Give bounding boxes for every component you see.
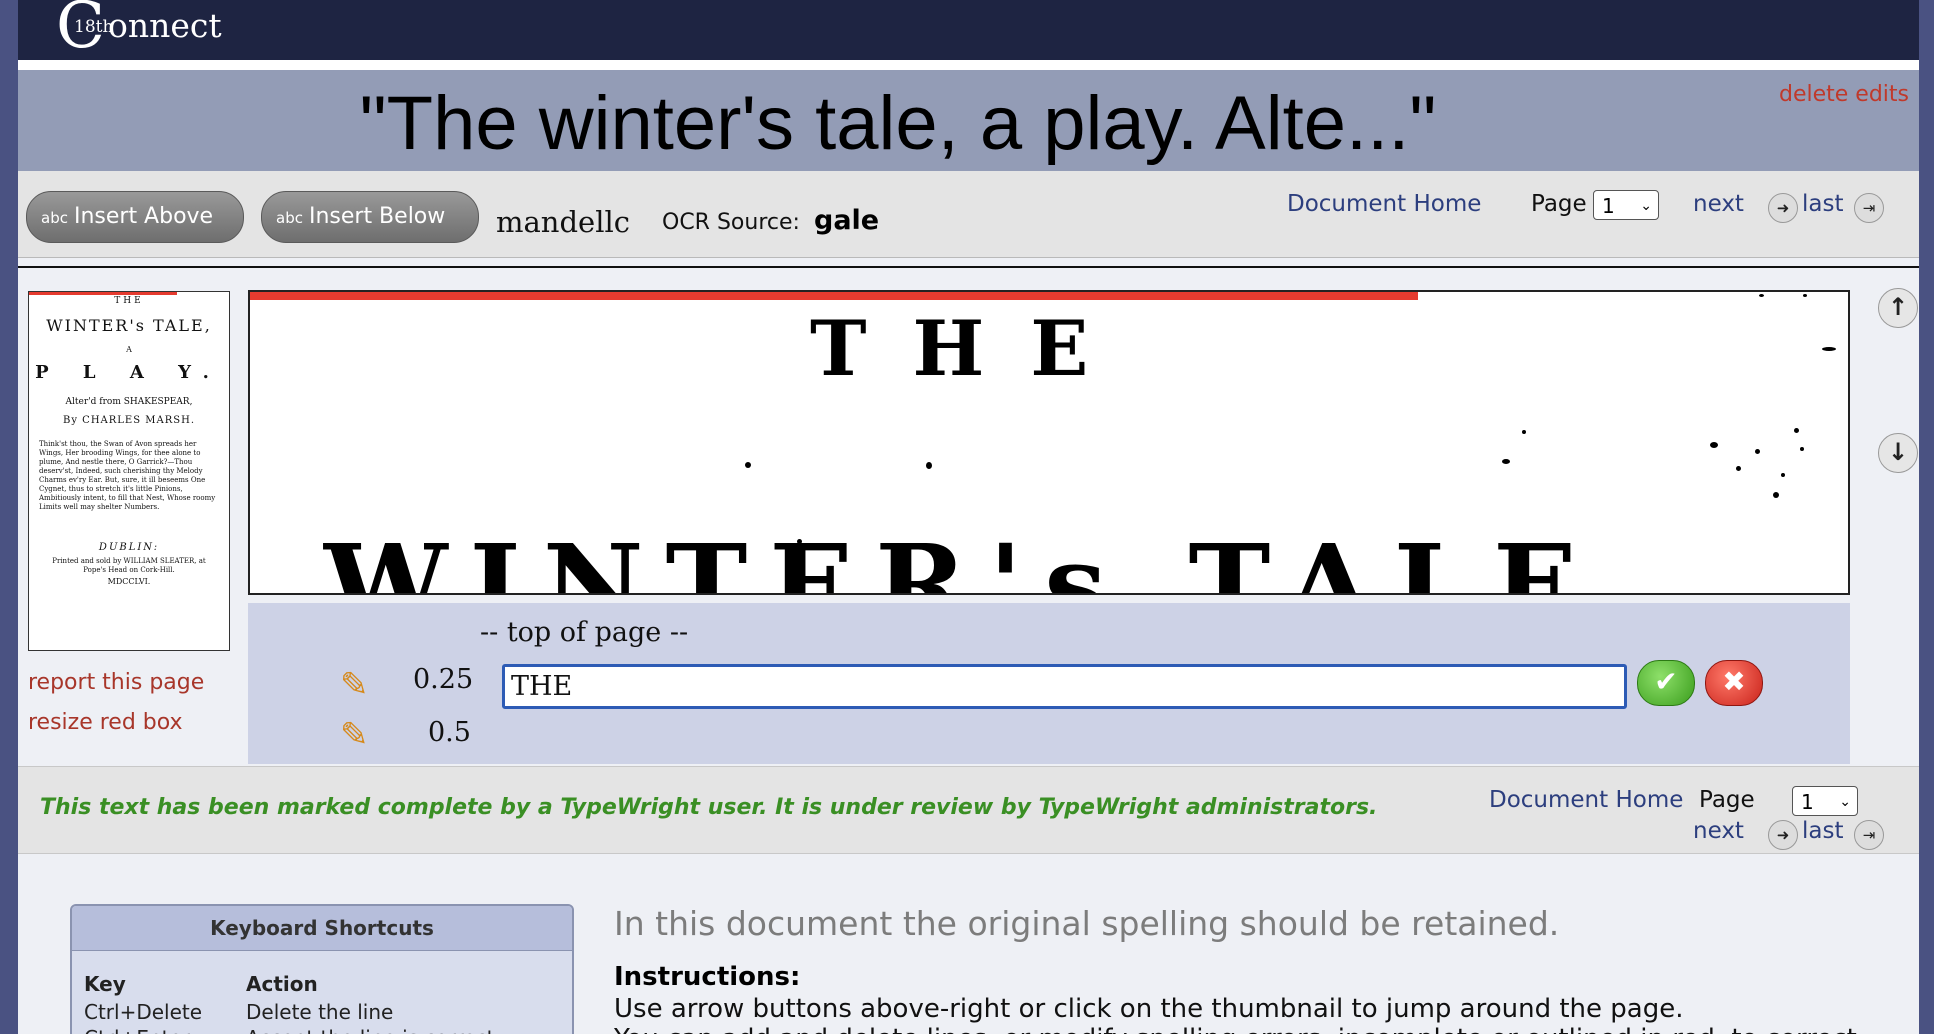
scan-text-top: THE bbox=[810, 304, 1135, 393]
ocr-source-value: gale bbox=[814, 205, 880, 236]
report-page-link[interactable]: report this page bbox=[28, 670, 204, 695]
scan-speck bbox=[1781, 473, 1785, 477]
thumbnail-line: A bbox=[126, 345, 132, 354]
chevron-down-icon: ⌄ bbox=[1640, 198, 1652, 214]
page: C 18th onnect "The winter's tale, a play… bbox=[18, 0, 1919, 1034]
shortcut-col-key: Key bbox=[84, 972, 126, 996]
next-link[interactable]: next bbox=[1693, 818, 1744, 844]
username: mandellc bbox=[496, 205, 630, 239]
line-number: 0.5 bbox=[428, 717, 471, 748]
divider bbox=[18, 266, 1919, 268]
pencil-icon[interactable]: ✎ bbox=[340, 665, 369, 705]
thumbnail-line: Alter'd from SHAKESPEAR, bbox=[65, 397, 193, 407]
top-of-page-marker: -- top of page -- bbox=[480, 617, 689, 648]
thumbnail-line: Printed and sold by WILLIAM SLEATER, at … bbox=[52, 557, 206, 574]
shortcut-key: Ctrl+Enter bbox=[84, 1026, 190, 1034]
instructions-heading: Instructions: bbox=[614, 962, 801, 992]
insert-below-icon: abc bbox=[276, 209, 303, 227]
line-editor-panel: -- top of page -- ✎ 0.25 THE ✔ ✖ ✎ 0.5 bbox=[248, 603, 1850, 764]
scan-text-bottom: WINTER's TALE bbox=[324, 520, 1599, 595]
page-select[interactable]: 1 ⌄ bbox=[1593, 190, 1659, 220]
scan-speck bbox=[1794, 428, 1799, 433]
insert-above-button[interactable]: abc Insert Above bbox=[26, 191, 244, 243]
toolbar: abc Insert Above abc Insert Below mandellc… bbox=[18, 171, 1919, 258]
page-select[interactable]: 1 ⌄ bbox=[1792, 786, 1858, 816]
next-arrow-icon[interactable]: ➜ bbox=[1768, 193, 1798, 223]
thumbnail-red-box bbox=[29, 292, 177, 295]
thumbnail-line: MDCCLVI. bbox=[107, 577, 151, 586]
pencil-icon[interactable]: ✎ bbox=[340, 715, 369, 755]
logo-word: onnect bbox=[108, 6, 222, 45]
page-select-value: 1 bbox=[1801, 790, 1814, 814]
divider bbox=[18, 60, 1919, 70]
last-link[interactable]: last bbox=[1802, 818, 1844, 844]
document-home-link[interactable]: Document Home bbox=[1287, 191, 1481, 217]
ocr-source-label: OCR Source: bbox=[662, 210, 800, 235]
review-status-message: This text has been marked complete by a … bbox=[40, 795, 1378, 820]
red-box-indicator bbox=[250, 292, 1418, 300]
scroll-up-arrow-icon[interactable]: ↑ bbox=[1878, 288, 1918, 328]
instructions-line: You can add and delete lines, or modify … bbox=[614, 1024, 1857, 1034]
scan-speck bbox=[1773, 492, 1779, 498]
keyboard-shortcuts-panel: Keyboard Shortcuts Key Action Ctrl+Delet… bbox=[70, 904, 574, 1034]
scan-speck bbox=[797, 539, 802, 544]
keyboard-shortcuts-heading: Keyboard Shortcuts bbox=[72, 906, 572, 951]
scan-speck bbox=[1800, 447, 1804, 451]
chevron-down-icon: ⌄ bbox=[1839, 794, 1851, 810]
last-arrow-icon[interactable]: ⇥ bbox=[1854, 193, 1884, 223]
scan-speck bbox=[1736, 466, 1741, 471]
instructions-line: Use arrow buttons above-right or click o… bbox=[614, 994, 1684, 1024]
status-bar: This text has been marked complete by a … bbox=[18, 766, 1919, 854]
next-arrow-icon[interactable]: ➜ bbox=[1768, 820, 1798, 850]
last-arrow-icon[interactable]: ⇥ bbox=[1854, 820, 1884, 850]
insert-above-label: Insert Above bbox=[73, 204, 214, 229]
scan-speck bbox=[1803, 294, 1807, 297]
scan-speck bbox=[1502, 459, 1510, 464]
document-title: "The winter's tale, a play. Alte..." bbox=[359, 81, 1437, 166]
insert-below-button[interactable]: abc Insert Below bbox=[261, 191, 479, 243]
thumbnail-line: By CHARLES MARSH. bbox=[62, 415, 195, 426]
shortcut-key: Ctrl+Delete bbox=[84, 1000, 203, 1024]
scan-speck bbox=[1759, 294, 1764, 297]
spelling-note: In this document the original spelling s… bbox=[614, 904, 1560, 943]
thumbnail-line: DUBLIN: bbox=[98, 542, 160, 553]
scan-speck bbox=[1822, 347, 1836, 351]
page-image-viewer[interactable]: THE WINTER's TALE bbox=[248, 290, 1850, 595]
shortcut-col-action: Action bbox=[246, 972, 318, 996]
page-thumbnail[interactable]: THE WINTER's TALE, A P L A Y. Alter'd fr… bbox=[28, 291, 230, 651]
resize-red-box-link[interactable]: resize red box bbox=[28, 710, 183, 735]
shortcut-action: Delete the line bbox=[246, 1000, 394, 1024]
thumbnail-poem: Think'st thou, the Swan of Avon spreads … bbox=[39, 440, 216, 511]
scan-speck bbox=[745, 462, 751, 468]
scan-speck bbox=[926, 462, 932, 469]
thumbnail-line: THE bbox=[114, 296, 144, 306]
scan-speck bbox=[1755, 449, 1760, 454]
page-select-value: 1 bbox=[1602, 194, 1615, 218]
title-bar: "The winter's tale, a play. Alte..." del… bbox=[18, 70, 1919, 171]
scan-speck bbox=[1710, 442, 1718, 448]
scroll-down-arrow-icon[interactable]: ↓ bbox=[1878, 433, 1918, 473]
thumbnail-line: P L A Y. bbox=[35, 362, 223, 383]
last-link[interactable]: last bbox=[1802, 191, 1844, 217]
top-navbar: C 18th onnect bbox=[18, 0, 1919, 60]
page-label: Page bbox=[1531, 191, 1587, 217]
scan-speck bbox=[1522, 430, 1526, 434]
line-text-input[interactable]: THE bbox=[502, 664, 1627, 709]
thumbnail-line: WINTER's TALE, bbox=[46, 316, 212, 335]
document-home-link[interactable]: Document Home bbox=[1489, 787, 1683, 813]
reject-line-button[interactable]: ✖ bbox=[1705, 660, 1763, 706]
next-link[interactable]: next bbox=[1693, 191, 1744, 217]
shortcut-action: Accept the line is correct bbox=[246, 1026, 495, 1034]
insert-above-icon: abc bbox=[41, 209, 68, 227]
delete-edits-link[interactable]: delete edits bbox=[1779, 82, 1909, 107]
page-label: Page bbox=[1699, 787, 1755, 813]
accept-line-button[interactable]: ✔ bbox=[1637, 660, 1695, 706]
insert-below-label: Insert Below bbox=[308, 204, 446, 229]
line-number: 0.25 bbox=[413, 664, 474, 695]
